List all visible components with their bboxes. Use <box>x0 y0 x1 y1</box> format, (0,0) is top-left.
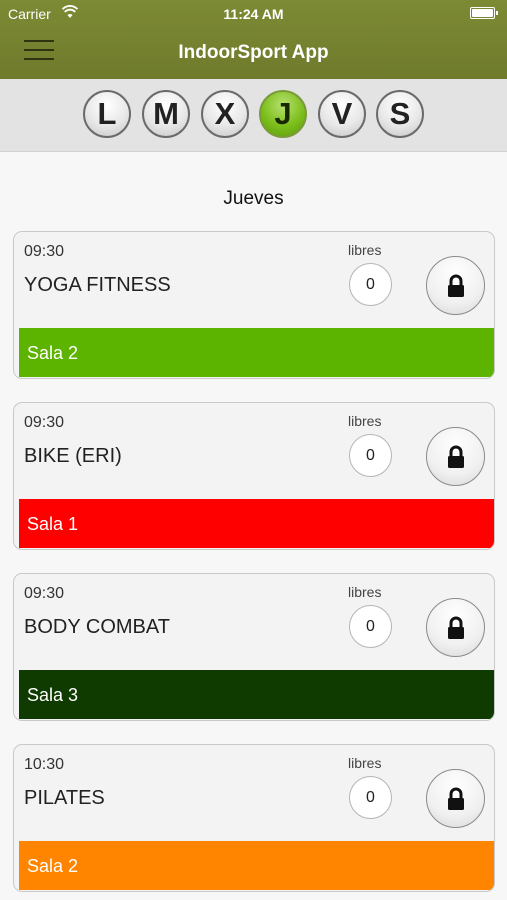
status-bar: Carrier 11:24 AM <box>0 0 507 28</box>
class-time: 09:30 <box>24 243 65 260</box>
class-name: PILATES <box>24 787 105 809</box>
lock-icon <box>447 274 464 297</box>
libres-label: libres <box>348 755 382 771</box>
battery-fill <box>472 9 493 17</box>
app-title: IndoorSport App <box>178 42 329 63</box>
libres-label: libres <box>348 413 382 429</box>
app-header: Carrier 11:24 AM IndoorSport App <box>0 0 507 79</box>
free-spots-count: 0 <box>349 776 392 819</box>
class-name: BODY COMBAT <box>24 616 170 638</box>
day-button-saturday[interactable]: S <box>376 90 424 138</box>
lock-button[interactable] <box>426 256 485 315</box>
lock-button[interactable] <box>426 769 485 828</box>
class-time: 09:30 <box>24 585 65 602</box>
class-name: BIKE (ERI) <box>24 445 122 467</box>
day-button-tuesday[interactable]: M <box>142 90 190 138</box>
day-selector: L M X J V S <box>0 79 507 152</box>
room-bar: Sala 2 <box>19 328 494 377</box>
free-spots-count: 0 <box>349 605 392 648</box>
day-heading: Jueves <box>223 188 284 209</box>
class-card[interactable]: 09:30 BIKE (ERI) libres 0 Sala 1 <box>13 402 495 550</box>
day-button-wednesday[interactable]: X <box>201 90 249 138</box>
libres-label: libres <box>348 242 382 258</box>
lock-icon <box>447 616 464 639</box>
lock-button[interactable] <box>426 598 485 657</box>
day-button-monday[interactable]: L <box>83 90 131 138</box>
lock-button[interactable] <box>426 427 485 486</box>
class-name: YOGA FITNESS <box>24 274 171 296</box>
day-button-friday[interactable]: V <box>318 90 366 138</box>
free-spots-count: 0 <box>349 263 392 306</box>
room-bar: Sala 1 <box>19 499 494 548</box>
battery-icon <box>470 7 498 19</box>
free-spots-count: 0 <box>349 434 392 477</box>
day-button-thursday[interactable]: J <box>259 90 307 138</box>
class-card[interactable]: 10:30 PILATES libres 0 Sala 2 <box>13 744 495 892</box>
class-time: 10:30 <box>24 756 65 773</box>
status-time: 11:24 AM <box>223 6 284 22</box>
class-time: 09:30 <box>24 414 65 431</box>
class-card[interactable]: 09:30 YOGA FITNESS libres 0 Sala 2 <box>13 231 495 379</box>
libres-label: libres <box>348 584 382 600</box>
room-bar: Sala 2 <box>19 841 494 890</box>
room-bar: Sala 3 <box>19 670 494 719</box>
class-card[interactable]: 09:30 BODY COMBAT libres 0 Sala 3 <box>13 573 495 721</box>
lock-icon <box>447 445 464 468</box>
lock-icon <box>447 787 464 810</box>
